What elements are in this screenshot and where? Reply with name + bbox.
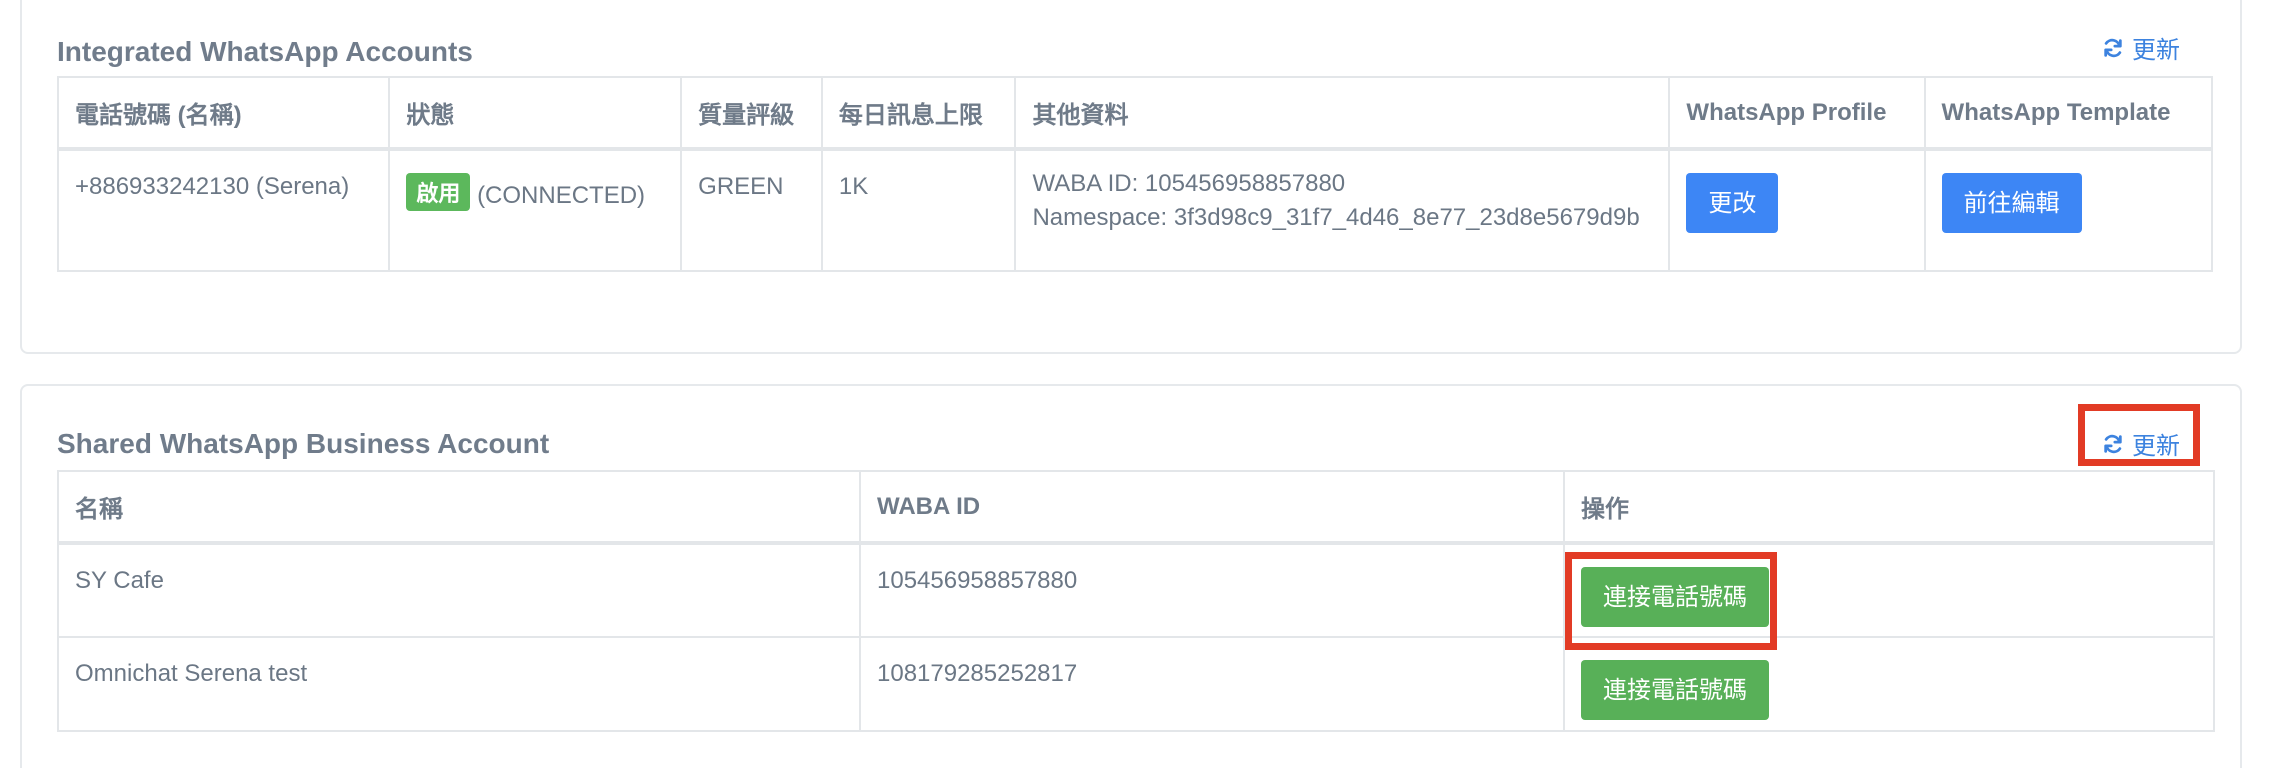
refresh-label: 更新 (2132, 433, 2180, 460)
quality-cell: GREEN (680, 148, 823, 272)
integrated-refresh-button[interactable]: 更新 (2102, 30, 2180, 65)
name-cell: Omnichat Serena test (57, 636, 861, 732)
refresh-icon (2104, 38, 2122, 57)
table-row: SY Cafe 105456958857880 連接電話號碼 (57, 542, 2215, 638)
refresh-icon (2104, 434, 2122, 453)
action-cell: 連接電話號碼 (1563, 636, 2215, 732)
edit-template-button[interactable]: 前往編輯 (1941, 173, 2082, 233)
col-quality: 質量評級 (680, 76, 823, 151)
col-phone: 電話號碼 (名稱) (56, 76, 391, 151)
col-whatsapp-template: WhatsApp Template (1923, 76, 2214, 151)
template-cell: 前往編輯 (1923, 148, 2214, 272)
shared-waba-title: Shared WhatsApp Business Account (57, 428, 550, 459)
waba-id-cell: 108179285252817 (859, 636, 1565, 732)
limit-cell: 1K (820, 148, 1017, 272)
action-cell: 連接電話號碼 (1563, 542, 2215, 638)
col-daily-limit: 每日訊息上限 (820, 76, 1017, 151)
status-cell: 啟用 (CONNECTED) (388, 148, 683, 272)
col-status: 狀態 (388, 76, 683, 151)
col-name: 名稱 (57, 470, 861, 545)
profile-cell: 更改 (1668, 148, 1926, 272)
connect-phone-button[interactable]: 連接電話號碼 (1581, 567, 1769, 627)
table-row: +886933242130 (Serena) 啟用 (CONNECTED) GR… (56, 148, 2214, 272)
integrated-accounts-panel: Integrated WhatsApp Accounts 更新 電話號碼 (名稱… (20, 0, 2242, 354)
refresh-label: 更新 (2132, 37, 2180, 64)
shared-refresh-button[interactable]: 更新 (2102, 426, 2180, 461)
integrated-accounts-table: 電話號碼 (名稱) 狀態 質量評級 每日訊息上限 其他資料 WhatsApp P… (56, 76, 2214, 272)
status-badge: 啟用 (406, 173, 471, 211)
connect-phone-button[interactable]: 連接電話號碼 (1581, 660, 1769, 720)
shared-waba-panel: Shared WhatsApp Business Account 更新 名稱 W… (20, 384, 2242, 768)
col-other-info: 其他資料 (1014, 76, 1671, 151)
phone-cell: +886933242130 (Serena) (56, 148, 391, 272)
integrated-accounts-title: Integrated WhatsApp Accounts (57, 36, 473, 67)
other-info-cell: WABA ID: 105456958857880 Namespace: 3f3d… (1014, 148, 1671, 272)
col-waba-id: WABA ID (859, 470, 1565, 545)
table-header-row: 名稱 WABA ID 操作 (57, 470, 2215, 545)
status-text: (CONNECTED) (477, 182, 646, 209)
shared-waba-table: 名稱 WABA ID 操作 SY Cafe 105456958857880 連接… (57, 470, 2215, 732)
col-actions: 操作 (1563, 470, 2215, 545)
table-row: Omnichat Serena test 108179285252817 連接電… (57, 636, 2215, 732)
name-cell: SY Cafe (57, 542, 861, 638)
waba-id-text: WABA ID: 105456958857880 (1032, 170, 1346, 197)
edit-profile-button[interactable]: 更改 (1686, 173, 1779, 233)
col-whatsapp-profile: WhatsApp Profile (1668, 76, 1926, 151)
waba-id-cell: 105456958857880 (859, 542, 1565, 638)
table-header-row: 電話號碼 (名稱) 狀態 質量評級 每日訊息上限 其他資料 WhatsApp P… (56, 76, 2214, 151)
namespace-text: Namespace: 3f3d98c9_31f7_4d46_8e77_23d8e… (1032, 204, 1640, 231)
